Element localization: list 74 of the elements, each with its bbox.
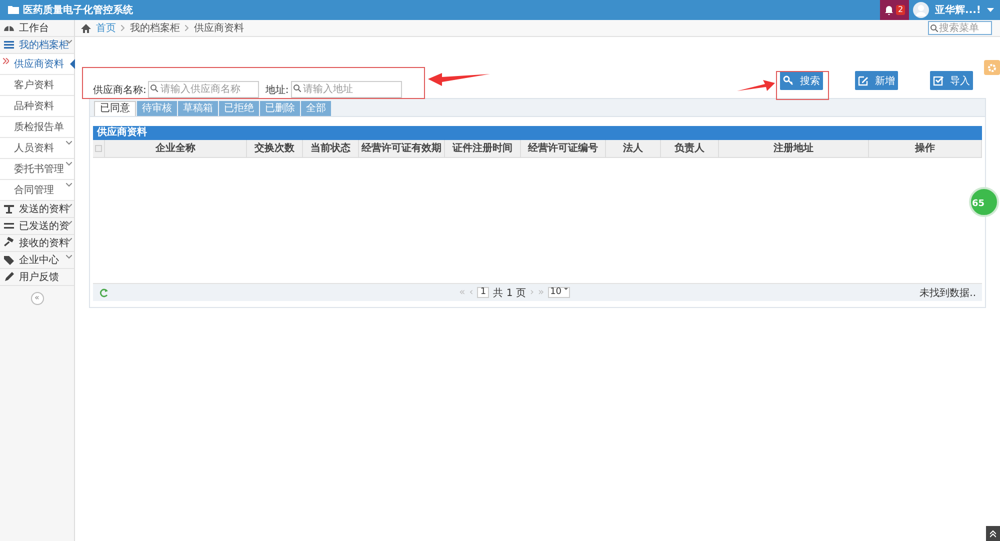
caret-icon: [987, 8, 994, 12]
sidebar-subitem[interactable]: 品种资料: [0, 96, 74, 117]
toolbar-button[interactable]: 导入: [930, 71, 973, 90]
folder-icon: [8, 5, 19, 15]
sidebar-item[interactable]: 工作台: [0, 20, 74, 37]
key-icon: [783, 74, 795, 86]
sidebar-subitem[interactable]: 人员资料: [0, 138, 74, 159]
arrow-icon: [737, 77, 777, 93]
column-header: 注册地址: [719, 140, 869, 157]
home-icon: [81, 24, 91, 32]
sidebar-subitem[interactable]: 合同管理: [0, 180, 74, 201]
caret-icon: [564, 288, 568, 290]
toolbar-button[interactable]: 搜索: [780, 71, 823, 90]
search-icon: [150, 84, 158, 92]
filter-label: 地址:: [265, 84, 289, 96]
column-header: 当前状态: [303, 140, 359, 157]
breadcrumb-link[interactable]: 我的档案柜: [130, 21, 180, 35]
double-chevron-icon: [3, 58, 9, 64]
column-header: 操作: [869, 140, 982, 157]
column-header: 经营许可证有效期: [359, 140, 445, 157]
avatar-icon: [913, 2, 930, 18]
page-input[interactable]: 1: [477, 287, 490, 298]
sidebar-subitem[interactable]: 质检报告单: [0, 117, 74, 138]
double-chevron-icon: [990, 530, 996, 538]
filter-field[interactable]: 请输入地址: [290, 81, 402, 98]
column-header: 负责人: [661, 140, 719, 157]
tool-icon: [3, 203, 15, 215]
edit-icon: [858, 74, 870, 86]
checkbox-icon: [933, 74, 945, 86]
column-header: 交换次数: [247, 140, 303, 157]
collapse-button[interactable]: «: [30, 292, 44, 305]
refresh-icon: [99, 288, 109, 298]
toolbar-button[interactable]: 新增: [855, 71, 898, 90]
menu-search-field[interactable]: 搜索菜单: [928, 21, 992, 35]
scroll-top-button[interactable]: [986, 526, 1000, 541]
column-header: 企业全称: [105, 140, 247, 157]
pencil-icon: [3, 271, 15, 283]
bell-icon: [884, 5, 894, 15]
tag-icon: [3, 254, 15, 266]
column-header: 经营许可证编号: [521, 140, 606, 157]
settings-button[interactable]: [984, 60, 1000, 75]
sidebar-item[interactable]: 已发送的资: [0, 218, 74, 235]
page-size-select[interactable]: 10: [548, 287, 570, 298]
filter-label: 供应商名称:: [93, 84, 146, 96]
sidebar-subitem[interactable]: 客户资料: [0, 75, 74, 96]
breadcrumb-link[interactable]: 首页: [96, 21, 116, 35]
chevron-icon: [121, 25, 125, 31]
select-all-checkbox[interactable]: [95, 145, 102, 152]
arrow-icon: [428, 72, 490, 86]
breadcrumb-link[interactable]: 供应商资料: [194, 21, 244, 35]
settings-icon: [988, 64, 996, 72]
user-name[interactable]: 亚华辉...!: [935, 3, 981, 17]
chevron-icon: [185, 25, 189, 31]
sidebar-item[interactable]: 接收的资料: [0, 235, 74, 252]
notification-button[interactable]: 2: [880, 0, 910, 20]
search-icon: [292, 84, 301, 92]
filter-field[interactable]: 请输入供应商名称: [148, 81, 260, 98]
sidebar-item[interactable]: 企业中心: [0, 252, 74, 269]
column-header: 法人: [606, 140, 661, 157]
table-title: 供应商资料: [93, 126, 982, 140]
empty-message: 未找到数据..: [920, 286, 976, 300]
sidebar-item[interactable]: 发送的资料: [0, 201, 74, 218]
status-tab[interactable]: 已同意: [94, 101, 136, 116]
list-icon: [3, 39, 15, 51]
notification-count: 2: [896, 5, 906, 15]
highlight-frame: [776, 71, 829, 100]
search-icon: [930, 24, 938, 32]
sidebar-subitem[interactable]: 委托书管理: [0, 159, 74, 180]
gavel-icon: [3, 237, 15, 249]
column-header: 证件注册时间: [445, 140, 521, 157]
app-title: 医药质量电子化管控系统: [23, 4, 133, 17]
sidebar-item[interactable]: 用户反馈: [0, 269, 74, 286]
sidebar-subitem[interactable]: 供应商资料: [0, 54, 74, 75]
page-total: 共 1 页: [493, 286, 526, 300]
